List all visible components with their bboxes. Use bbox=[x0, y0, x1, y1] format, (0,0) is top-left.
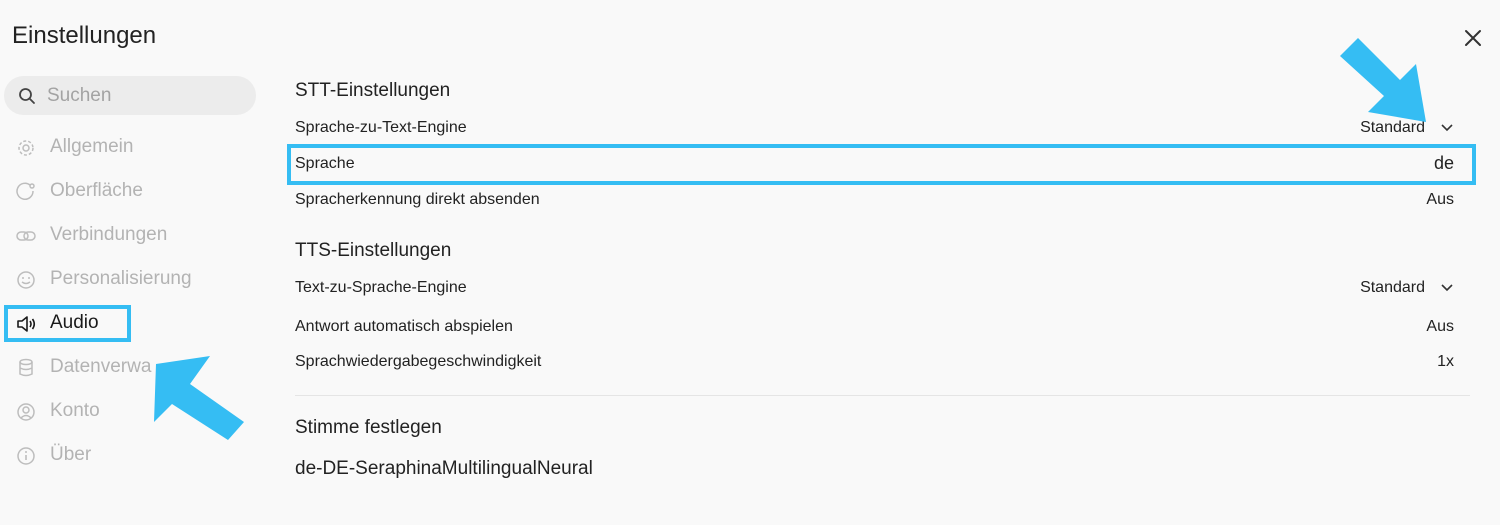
voice-section-title: Stimme festlegen bbox=[295, 417, 442, 438]
sidebar-item-label: Verbindungen bbox=[50, 224, 168, 245]
tts-autoplay-label: Antwort automatisch abspielen bbox=[295, 318, 513, 335]
search-input[interactable]: Suchen bbox=[4, 76, 256, 115]
smiley-icon bbox=[17, 271, 35, 289]
tts-engine-row[interactable]: Text-zu-Sprache-Engine Standard bbox=[295, 275, 1455, 301]
gear-icon bbox=[18, 140, 34, 156]
stt-autosend-label: Spracherkennung direkt absenden bbox=[295, 191, 540, 208]
audio-highlight-box bbox=[4, 305, 131, 342]
info-icon bbox=[17, 447, 35, 465]
tts-engine-label: Text-zu-Sprache-Engine bbox=[295, 279, 467, 296]
tts-section-title: TTS-Einstellungen bbox=[295, 240, 452, 261]
voice-input[interactable]: de-DE-SeraphinaMultilingualNeural bbox=[295, 458, 593, 480]
chevron-down-icon[interactable] bbox=[1441, 284, 1453, 292]
divider bbox=[295, 395, 1470, 396]
search-placeholder: Suchen bbox=[47, 85, 112, 106]
sidebar-item-label: Allgemein bbox=[50, 136, 134, 157]
tts-speed-row[interactable]: Sprachwiedergabegeschwindigkeit 1x bbox=[295, 349, 1455, 375]
stt-engine-row[interactable]: Sprache-zu-Text-Engine Standard bbox=[295, 115, 1455, 141]
sidebar-item-label: Oberfläche bbox=[50, 180, 143, 201]
search-icon bbox=[19, 88, 35, 104]
user-icon bbox=[17, 403, 35, 421]
language-highlight-box bbox=[287, 144, 1476, 185]
tts-autoplay-row[interactable]: Antwort automatisch abspielen Aus bbox=[295, 314, 1455, 340]
chevron-down-icon[interactable] bbox=[1441, 124, 1453, 132]
sidebar-item-label: Konto bbox=[50, 400, 100, 421]
settings-title: Einstellungen bbox=[12, 22, 157, 49]
annotation-arrow-icon bbox=[1340, 38, 1426, 122]
stt-engine-label: Sprache-zu-Text-Engine bbox=[295, 119, 467, 136]
tts-autoplay-toggle[interactable]: Aus bbox=[1426, 318, 1454, 336]
sidebar-item-label: Personalisierung bbox=[50, 268, 192, 289]
interface-icon bbox=[16, 182, 35, 200]
stt-autosend-toggle[interactable]: Aus bbox=[1426, 191, 1454, 209]
sidebar-item-label: Datenverwa bbox=[50, 356, 152, 377]
tts-engine-select[interactable]: Standard bbox=[1360, 279, 1425, 297]
stt-section-title: STT-Einstellungen bbox=[295, 80, 451, 101]
database-icon bbox=[19, 358, 33, 377]
close-icon[interactable] bbox=[1463, 28, 1483, 48]
stt-autosend-row[interactable]: Spracherkennung direkt absenden Aus bbox=[295, 187, 1455, 213]
tts-speed-value[interactable]: 1x bbox=[1437, 353, 1454, 371]
tts-speed-label: Sprachwiedergabegeschwindigkeit bbox=[295, 353, 542, 370]
link-icon bbox=[16, 231, 36, 241]
sidebar-item-label: Über bbox=[50, 444, 92, 465]
annotation-arrow-icon bbox=[154, 356, 244, 440]
